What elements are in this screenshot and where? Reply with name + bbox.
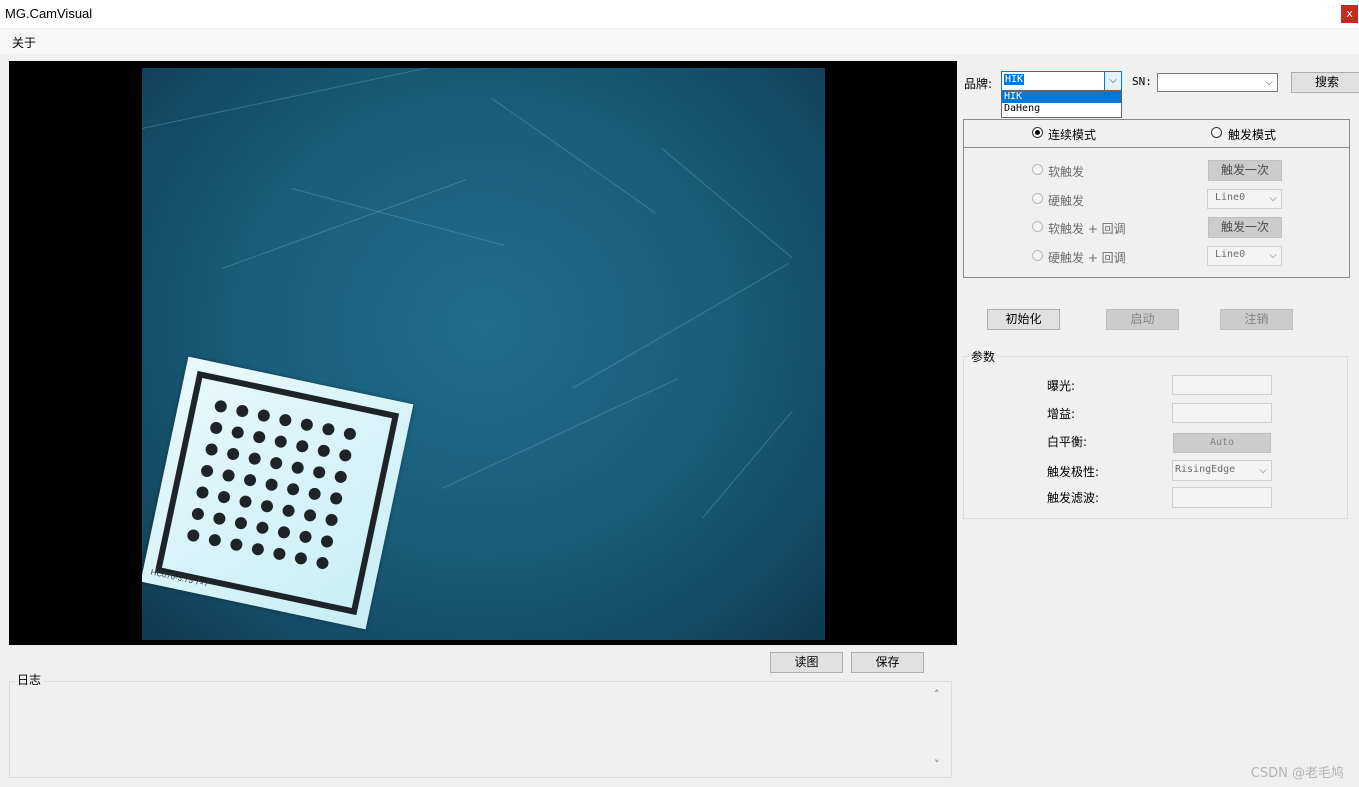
menu-bar: 关于 bbox=[0, 29, 1359, 54]
exposure-label: 曝光: bbox=[1047, 379, 1076, 393]
mode-group bbox=[963, 119, 1350, 278]
soft-trigger-callback-label: 软触发 + 回调 bbox=[1048, 222, 1126, 236]
white-balance-label: 白平衡: bbox=[1047, 435, 1088, 449]
read-image-button[interactable]: 读图 bbox=[770, 652, 843, 673]
brand-option-daheng[interactable]: DaHeng bbox=[1002, 103, 1121, 115]
calibration-target: HC070-3.75 7×7 bbox=[142, 356, 414, 630]
continuous-mode-label: 连续模式 bbox=[1048, 128, 1097, 142]
save-image-button[interactable]: 保存 bbox=[851, 652, 924, 673]
radio-soft-trigger[interactable] bbox=[1032, 164, 1043, 175]
soft-trigger-callback-once-button[interactable]: 触发一次 bbox=[1208, 217, 1282, 238]
init-button[interactable]: 初始化 bbox=[987, 309, 1060, 330]
radio-continuous-mode[interactable] bbox=[1032, 127, 1043, 138]
soft-trigger-once-button[interactable]: 触发一次 bbox=[1208, 160, 1282, 181]
log-label: 日志 bbox=[15, 671, 44, 688]
radio-hard-trigger[interactable] bbox=[1032, 193, 1043, 204]
trigger-polarity-value: RisingEdge bbox=[1175, 464, 1236, 475]
camera-viewport: HC070-3.75 7×7 bbox=[9, 61, 957, 645]
logout-button[interactable]: 注销 bbox=[1220, 309, 1293, 330]
brand-select[interactable]: HIK ⌵ bbox=[1001, 71, 1122, 91]
watermark: CSDN @老毛鸠 bbox=[1250, 766, 1344, 781]
gain-label: 增益: bbox=[1047, 407, 1076, 421]
scroll-down-icon[interactable]: ˅ bbox=[934, 758, 940, 771]
brand-dropdown-list: HIK DaHeng bbox=[1001, 90, 1122, 118]
brand-selected-value: HIK bbox=[1004, 74, 1025, 85]
camera-image: HC070-3.75 7×7 bbox=[142, 68, 825, 640]
chevron-down-icon[interactable]: ⌵ bbox=[1104, 72, 1121, 90]
hard-trigger-callback-label: 硬触发 + 回调 bbox=[1048, 251, 1126, 265]
soft-trigger-label: 软触发 bbox=[1048, 165, 1085, 179]
radio-trigger-mode[interactable] bbox=[1211, 127, 1222, 138]
hard-trigger-callback-line-select[interactable]: Line0 ⌵ bbox=[1207, 246, 1282, 266]
sn-select[interactable]: ⌵ bbox=[1157, 73, 1278, 92]
menu-about[interactable]: 关于 bbox=[12, 34, 36, 51]
sn-label: SN: bbox=[1132, 75, 1152, 88]
gain-input[interactable] bbox=[1172, 403, 1272, 423]
scroll-up-icon[interactable]: ˄ bbox=[934, 688, 940, 701]
mode-divider bbox=[963, 147, 1350, 148]
trigger-filter-input[interactable] bbox=[1172, 487, 1272, 508]
brand-option-hik[interactable]: HIK bbox=[1002, 91, 1121, 103]
trigger-polarity-select[interactable]: RisingEdge ⌵ bbox=[1172, 460, 1272, 481]
hard-trigger-line-value: Line0 bbox=[1215, 192, 1246, 203]
window-title: MG.CamVisual bbox=[5, 6, 93, 21]
params-title: 参数 bbox=[969, 348, 998, 365]
chevron-down-icon[interactable]: ⌵ bbox=[1265, 190, 1281, 208]
trigger-filter-label: 触发滤波: bbox=[1047, 491, 1100, 505]
hard-trigger-line-select[interactable]: Line0 ⌵ bbox=[1207, 189, 1282, 209]
exposure-input[interactable] bbox=[1172, 375, 1272, 395]
hard-trigger-label: 硬触发 bbox=[1048, 194, 1085, 208]
white-balance-auto-button[interactable]: Auto bbox=[1173, 433, 1271, 453]
search-button[interactable]: 搜索 bbox=[1291, 72, 1359, 93]
chevron-down-icon[interactable]: ⌵ bbox=[1261, 74, 1277, 91]
hard-trigger-callback-line-value: Line0 bbox=[1215, 249, 1246, 260]
log-scrollbar[interactable]: ˄ ˅ bbox=[930, 688, 948, 774]
trigger-polarity-label: 触发极性: bbox=[1047, 465, 1100, 479]
log-panel[interactable] bbox=[9, 681, 952, 778]
chevron-down-icon[interactable]: ⌵ bbox=[1255, 461, 1271, 480]
brand-label: 品牌: bbox=[964, 77, 993, 91]
radio-hard-trigger-callback[interactable] bbox=[1032, 250, 1043, 261]
params-group bbox=[963, 356, 1348, 519]
trigger-mode-label: 触发模式 bbox=[1228, 128, 1277, 142]
title-bar: MG.CamVisual x bbox=[0, 0, 1359, 28]
close-button[interactable]: x bbox=[1341, 5, 1358, 23]
radio-soft-trigger-callback[interactable] bbox=[1032, 221, 1043, 232]
start-button[interactable]: 启动 bbox=[1106, 309, 1179, 330]
chevron-down-icon[interactable]: ⌵ bbox=[1265, 247, 1281, 265]
